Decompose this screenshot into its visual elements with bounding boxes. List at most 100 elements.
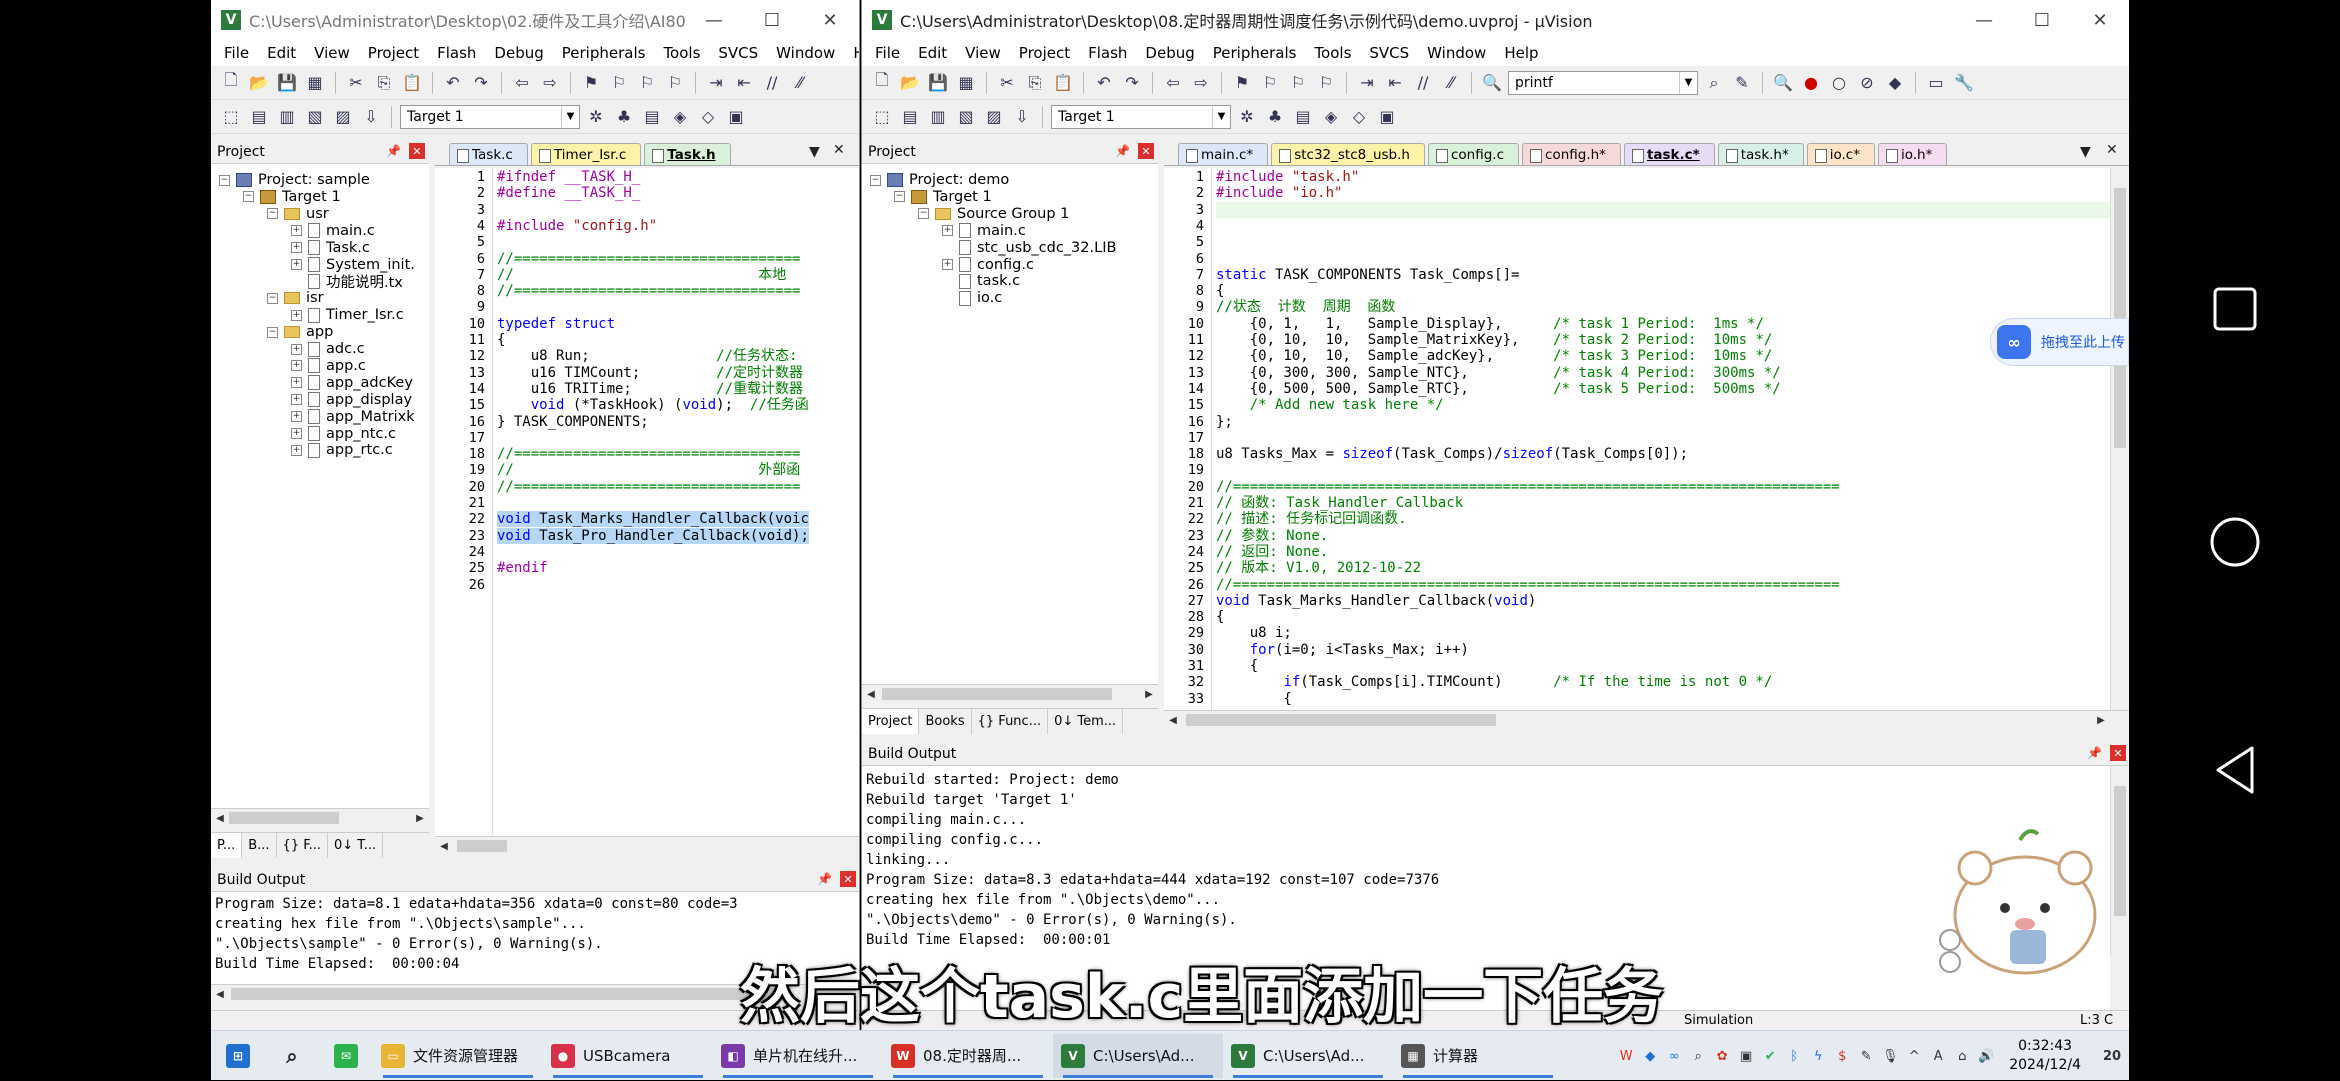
tree-expander-icon[interactable]: − [267, 326, 278, 338]
nav-forward-icon[interactable]: ⇨ [538, 71, 562, 95]
scroll-left-icon[interactable]: ◀ [1164, 711, 1182, 729]
wps-tray-icon[interactable]: W [1617, 1047, 1635, 1065]
menu-project[interactable]: Project [359, 44, 428, 62]
menu-project[interactable]: Project [1010, 44, 1079, 62]
target-select[interactable]: Target 1 ▼ [400, 104, 580, 129]
menu-tools[interactable]: Tools [654, 44, 709, 62]
debug-session-icon[interactable]: 🔍 [1771, 71, 1795, 95]
comment-icon[interactable]: // [1411, 71, 1435, 95]
menu-tools[interactable]: Tools [1305, 44, 1360, 62]
stop-build-icon[interactable]: ▨ [982, 105, 1006, 129]
tree-expander-icon[interactable]: − [870, 174, 881, 186]
menu-debug[interactable]: Debug [485, 44, 552, 62]
right-editor-hscroll[interactable]: ◀ ▶ [1164, 710, 2129, 728]
network-icon[interactable]: ⌂ [1953, 1047, 1971, 1065]
scroll-thumb[interactable] [882, 688, 1112, 700]
bookmark-next-icon[interactable]: ⚐ [1286, 71, 1310, 95]
rebuild-icon[interactable]: ▥ [926, 105, 950, 129]
disable-breakpoint-icon[interactable]: ○ [1827, 71, 1851, 95]
undo-icon[interactable]: ↶ [441, 71, 465, 95]
minimize-button[interactable]: — [685, 0, 743, 40]
tree-expander-icon[interactable]: − [267, 208, 278, 220]
tree-expander-icon[interactable]: + [291, 428, 302, 439]
tree-expander-icon[interactable]: + [291, 309, 302, 321]
tree-expander-icon[interactable]: + [291, 394, 302, 406]
pane-tab[interactable]: P... [211, 833, 243, 858]
save-all-icon[interactable]: ▦ [954, 71, 978, 95]
scroll-thumb[interactable] [457, 840, 507, 852]
taskbar-item[interactable]: ▦ 计算器 [1393, 1034, 1563, 1078]
configure-icon[interactable]: 🔧 [1952, 71, 1976, 95]
pane-tab[interactable]: Books [919, 709, 972, 734]
menu-svcs[interactable]: SVCS [1360, 44, 1418, 62]
stop-build-icon[interactable]: ▨ [331, 105, 355, 129]
check-tray-icon[interactable]: ✔ [1761, 1047, 1779, 1065]
manage-project-icon[interactable]: ♣ [612, 105, 636, 129]
uncomment-icon[interactable]: ⁄⁄ [1439, 71, 1463, 95]
translate-icon[interactable]: ⬚ [219, 105, 243, 129]
pane-tab[interactable]: {} Func... [972, 709, 1049, 734]
redo-icon[interactable]: ↷ [469, 71, 493, 95]
menu-window[interactable]: Window [767, 44, 844, 62]
translate-icon[interactable]: ⬚ [870, 105, 894, 129]
tree-item[interactable]: + app_rtc.c [291, 438, 393, 462]
menu-help[interactable]: Help [1495, 44, 1547, 62]
close-tab-icon[interactable]: ✕ [833, 142, 845, 158]
download-icon[interactable]: ⇩ [1010, 105, 1034, 129]
window-layout-icon[interactable]: ▭ [1924, 71, 1948, 95]
close-button[interactable]: ✕ [2071, 0, 2129, 40]
bookmark-clear-icon[interactable]: ⚐ [1314, 71, 1338, 95]
menu-peripherals[interactable]: Peripherals [553, 44, 655, 62]
bookmark-prev-icon[interactable]: ⚐ [607, 71, 631, 95]
baidu-upload-popup[interactable]: ∞ 拖拽至此上传 [1990, 318, 2129, 366]
batch-build-icon[interactable]: ▧ [303, 105, 327, 129]
scroll-left-icon[interactable]: ◀ [862, 685, 880, 703]
antivirus-tray-icon[interactable]: ✿ [1713, 1047, 1731, 1065]
select-pack-icon[interactable]: ◇ [696, 105, 720, 129]
menu-flash[interactable]: Flash [428, 44, 485, 62]
tree-expander-icon[interactable]: + [291, 242, 302, 254]
home-button[interactable] [2129, 516, 2340, 568]
kill-breakpoints-icon[interactable]: ⊘ [1855, 71, 1879, 95]
close-tab-icon[interactable]: ✕ [2106, 142, 2118, 158]
editor-tab[interactable]: config.c [1427, 143, 1520, 165]
minimize-button[interactable]: — [1955, 0, 2013, 40]
menu-edit[interactable]: Edit [258, 44, 305, 62]
pane-tab[interactable]: Project [862, 709, 920, 734]
left-tree-hscroll[interactable]: ◀ ▶ [211, 808, 429, 826]
pin-icon[interactable]: 📌 [817, 872, 832, 886]
menu-window[interactable]: Window [1418, 44, 1495, 62]
bookmark-next-icon[interactable]: ⚐ [635, 71, 659, 95]
left-editor-hscroll[interactable]: ◀ [435, 836, 859, 855]
pane-tab[interactable]: {} F... [277, 833, 329, 858]
pane-tab[interactable]: 0↓ Tem... [1048, 709, 1124, 734]
taskbar-item[interactable]: ⌕ [265, 1034, 319, 1078]
tree-expander-icon[interactable]: − [894, 191, 905, 203]
menu-file[interactable]: File [866, 44, 909, 62]
open-file-icon[interactable]: 📂 [898, 71, 922, 95]
tencent-tray-icon[interactable]: ◆ [1641, 1047, 1659, 1065]
taskbar-item[interactable]: ◧ 单片机在线升... [713, 1034, 883, 1078]
build-icon[interactable]: ▤ [247, 105, 271, 129]
indent-icon[interactable]: ⇥ [1355, 71, 1379, 95]
breakpoint-icon[interactable]: ● [1799, 71, 1823, 95]
scroll-thumb[interactable] [229, 812, 339, 824]
scroll-left-icon[interactable]: ◀ [435, 837, 453, 855]
scroll-thumb[interactable] [1186, 714, 1496, 726]
download-icon[interactable]: ⇩ [359, 105, 383, 129]
pin-icon[interactable]: 📌 [2087, 746, 2102, 760]
tree-expander-icon[interactable]: − [219, 174, 230, 186]
editor-tab[interactable]: io.h* [1877, 143, 1948, 165]
comment-icon[interactable]: // [760, 71, 784, 95]
editor-tab[interactable]: stc32_stc8_usb.h [1271, 143, 1425, 165]
nav-back-icon[interactable]: ⇦ [510, 71, 534, 95]
tab-list-chevron-icon[interactable]: ▼ [809, 144, 820, 160]
close-pane-icon[interactable]: ✕ [2110, 745, 2126, 761]
taskbar-item[interactable]: ✉ [319, 1034, 373, 1078]
redo-icon[interactable]: ↷ [1120, 71, 1144, 95]
cut-icon[interactable]: ✂ [995, 71, 1019, 95]
input-method-icon[interactable]: A [1929, 1047, 1947, 1065]
rebuild-icon[interactable]: ▥ [275, 105, 299, 129]
editor-tab[interactable]: config.h* [1522, 143, 1621, 165]
tree-expander-icon[interactable]: + [291, 225, 302, 237]
